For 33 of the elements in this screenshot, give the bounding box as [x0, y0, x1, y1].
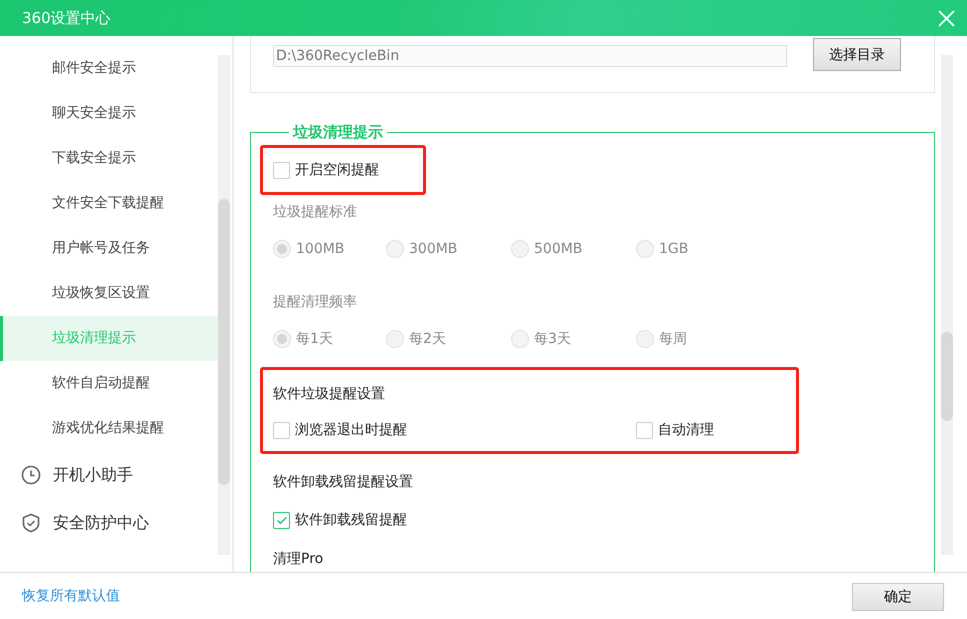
- window-title: 360设置中心: [22, 8, 111, 28]
- checkbox-label[interactable]: 自动清理: [658, 421, 714, 439]
- sidebar-item[interactable]: 用户帐号及任务: [0, 226, 218, 271]
- setting-heading: 清理Pro: [273, 550, 324, 568]
- checkbox-label[interactable]: 软件卸载残留提醒: [295, 511, 407, 529]
- scrollbar-thumb[interactable]: [218, 199, 230, 485]
- choose-folder-button[interactable]: 选择目录: [813, 38, 901, 71]
- sidebar-item[interactable]: 邮件安全提示: [0, 46, 218, 91]
- section-title: 垃圾清理提示: [292, 123, 384, 142]
- setting-heading: 软件垃圾提醒设置: [273, 385, 386, 403]
- setting-heading: 垃圾提醒标准: [273, 203, 358, 221]
- sidebar-item[interactable]: 软件自启动提醒: [0, 361, 218, 406]
- checkbox[interactable]: [273, 162, 290, 178]
- close-icon[interactable]: [938, 10, 955, 26]
- sidebar-group[interactable]: 安全防护中心: [53, 512, 149, 534]
- scrollbar-thumb[interactable]: [941, 332, 953, 421]
- sidebar-item[interactable]: 垃圾恢复区设置: [0, 271, 218, 316]
- checkbox[interactable]: [273, 512, 290, 528]
- sidebar-group[interactable]: 开机小助手: [53, 464, 133, 486]
- clock-icon: [21, 465, 41, 485]
- setting-heading: 提醒清理频率: [273, 293, 358, 311]
- checkbox[interactable]: [636, 422, 653, 438]
- checkbox-label[interactable]: 浏览器退出时提醒: [295, 421, 407, 439]
- setting-heading: 软件卸载残留提醒设置: [273, 473, 414, 491]
- checkbox[interactable]: [273, 422, 290, 438]
- sidebar-item[interactable]: 文件安全下载提醒: [0, 181, 218, 226]
- sidebar-item[interactable]: 游戏优化结果提醒: [0, 406, 218, 451]
- shield-icon: [21, 513, 41, 533]
- path-field[interactable]: D:\360RecycleBin: [273, 45, 787, 67]
- checkbox-label[interactable]: 开启空闲提醒: [295, 161, 379, 179]
- ok-button[interactable]: 确定: [852, 583, 944, 611]
- sidebar-item[interactable]: 下载安全提示: [0, 136, 218, 181]
- sidebar-item[interactable]: 聊天安全提示: [0, 91, 218, 136]
